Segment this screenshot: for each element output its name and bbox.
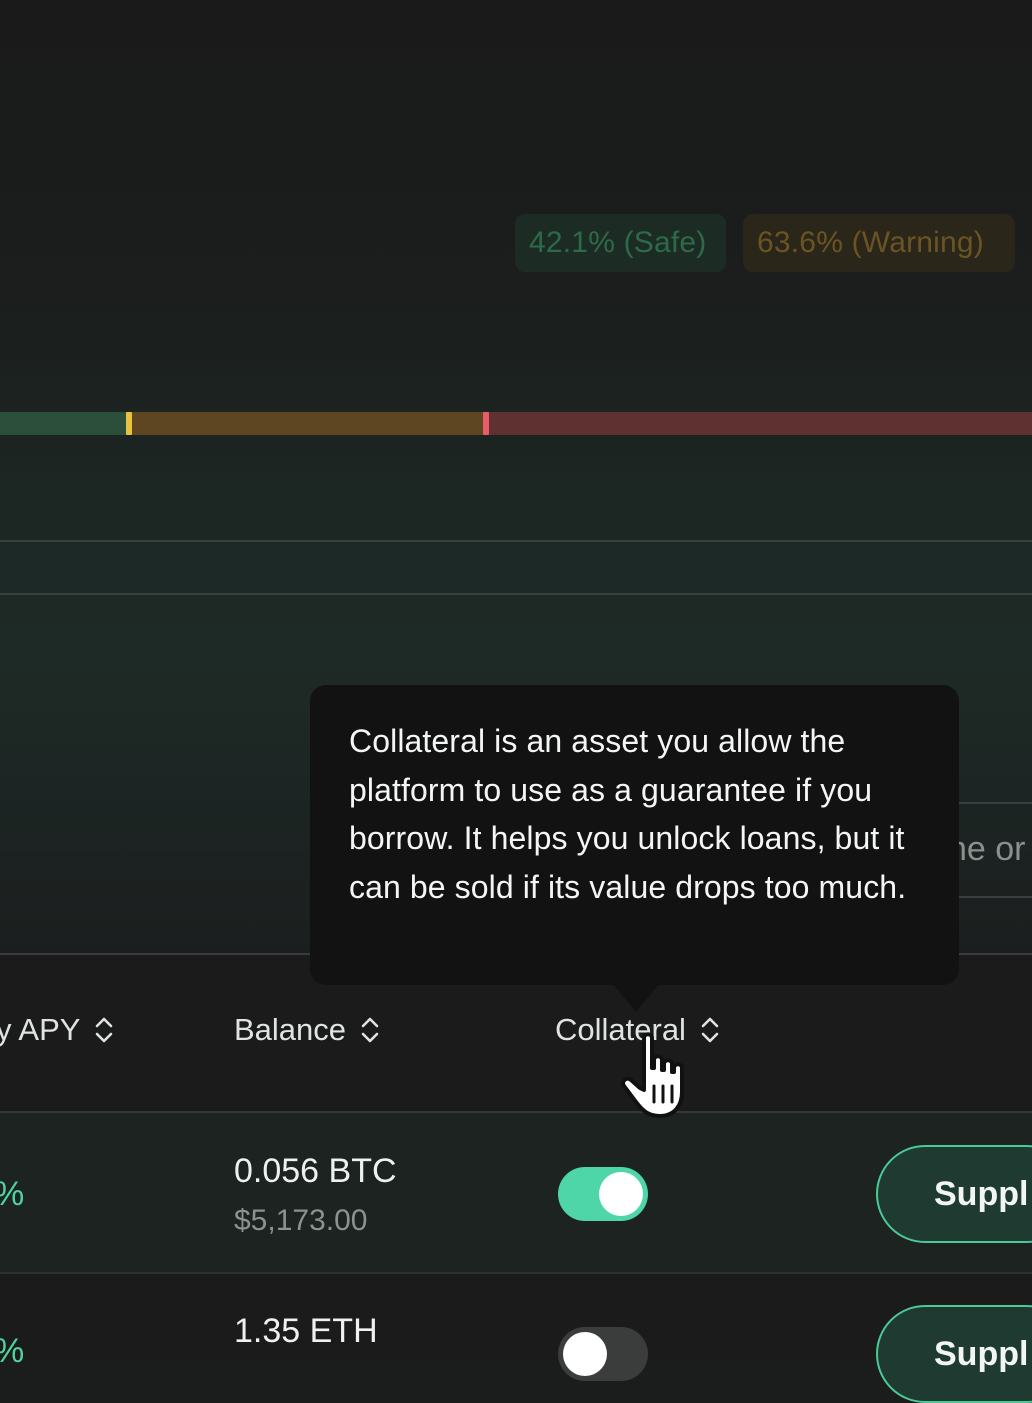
row-divider: [0, 1272, 1032, 1274]
collateral-toggle[interactable]: [558, 1167, 648, 1221]
column-header-balance[interactable]: Balance: [234, 1012, 380, 1048]
chevron-up-down-icon: [700, 1014, 720, 1046]
section-divider-band: [0, 540, 1032, 595]
safe-threshold-marker: [126, 412, 132, 435]
collateral-toggle[interactable]: [558, 1327, 648, 1381]
risk-bar: [0, 412, 1032, 435]
tooltip-arrow: [613, 984, 659, 1012]
row-apy-value: %: [0, 1332, 24, 1371]
chevron-up-down-icon: [360, 1014, 380, 1046]
row-apy-value: %: [0, 1175, 24, 1214]
risk-bar-warning-segment: [126, 412, 484, 435]
row-balance-amount: 1.35 ETH: [234, 1312, 378, 1350]
column-header-balance-label: Balance: [234, 1012, 347, 1047]
column-header-apy-label: y APY: [0, 1012, 81, 1047]
toggle-knob: [599, 1172, 643, 1216]
supply-button[interactable]: Suppl: [876, 1145, 1032, 1243]
hand-pointer-icon: [618, 1030, 696, 1127]
health-safe-pill: 42.1% (Safe): [515, 214, 726, 272]
chevron-up-down-icon: [94, 1014, 114, 1046]
row-balance-amount: 0.056 BTC: [234, 1152, 397, 1190]
column-header-apy[interactable]: y APY: [0, 1012, 114, 1048]
search-input-text: ne or: [948, 830, 1026, 868]
toggle-knob: [563, 1332, 607, 1376]
warning-threshold-marker: [483, 412, 489, 435]
supply-button[interactable]: Suppl: [876, 1305, 1032, 1403]
health-warning-pill: 63.6% (Warning): [743, 214, 1015, 272]
collateral-tooltip: Collateral is an asset you allow the pla…: [310, 685, 959, 985]
risk-bar-safe-segment: [0, 412, 126, 435]
collateral-tooltip-text: Collateral is an asset you allow the pla…: [349, 723, 907, 905]
row-balance-usd: $5,173.00: [234, 1204, 368, 1237]
risk-bar-danger-segment: [484, 412, 1032, 435]
